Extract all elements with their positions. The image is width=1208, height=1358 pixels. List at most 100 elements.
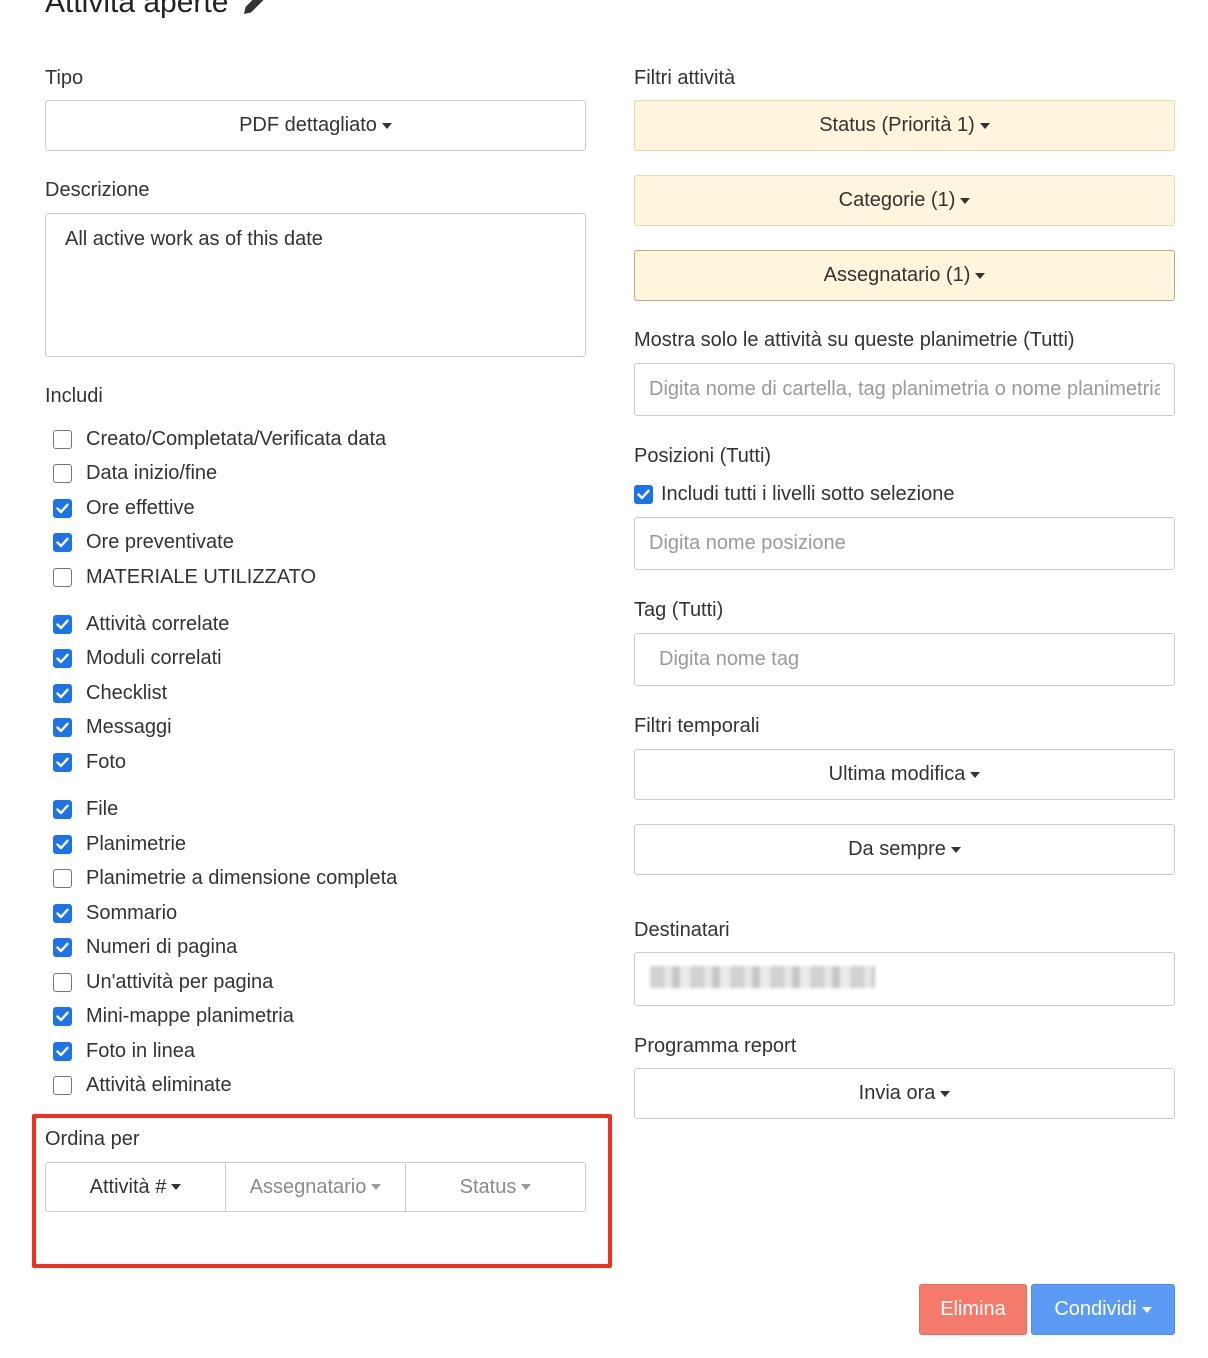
page-title: Attività aperte [45,0,229,19]
include-checkbox[interactable] [53,1075,72,1095]
activity-filters-label: Filtri attività [634,67,736,89]
include-item-label: Attività eliminate [86,1073,232,1096]
include-checkbox[interactable] [53,834,72,854]
include-item[interactable]: Messaggi [45,712,172,742]
include-item-label: Checklist [86,681,168,704]
filter-categories-value: Categorie (1) [838,189,956,211]
type-label: Tipo [45,67,84,89]
include-item[interactable]: Checklist [45,678,167,708]
include-item-label: Numeri di pagina [86,935,238,958]
plans-search-input[interactable] [634,363,1175,416]
include-checkbox[interactable] [53,683,72,703]
time-field-value: Ultima modifica [828,763,966,785]
include-item[interactable]: Sommario [45,898,177,928]
caret-down-icon [1141,1306,1152,1313]
positions-include-all-row[interactable]: Includi tutti i livelli sotto selezione [626,479,954,509]
type-dropdown-value: PDF dettagliato [239,114,377,136]
include-item-label: Planimetrie [86,832,187,855]
time-range-dropdown[interactable]: Da sempre [634,824,1175,875]
tags-search-input[interactable] [634,633,1175,686]
include-item-label: Planimetrie a dimensione completa [86,866,398,889]
include-item-label: Messaggi [86,715,172,738]
delete-button[interactable]: Elimina [919,1284,1027,1335]
include-item[interactable]: Planimetrie [45,829,186,859]
include-item-label: Mini-mappe planimetria [86,1004,294,1027]
schedule-value: Invia ora [858,1082,936,1104]
include-item[interactable]: MATERIALE UTILIZZATO [45,562,316,592]
include-item-label: Un'attività per pagina [86,970,274,993]
include-checkbox[interactable] [53,532,72,552]
recipient-redacted-chip [650,966,875,988]
caret-down-icon [171,1184,182,1190]
caret-down-icon [970,771,981,778]
include-checkbox[interactable] [53,972,72,992]
include-checkbox[interactable] [53,1041,72,1061]
sort-option-label: Assegnatario [249,1175,367,1198]
include-checkbox[interactable] [53,648,72,668]
caret-down-icon [940,1090,951,1097]
include-checkbox[interactable] [53,614,72,634]
include-checkbox[interactable] [53,868,72,888]
include-checkbox[interactable] [53,799,72,819]
edit-pencil-icon[interactable] [240,0,270,18]
include-checkbox[interactable] [53,567,72,587]
include-label: Includi [45,385,103,407]
tags-label: Tag (Tutti) [634,599,724,621]
sort-option-label: Status [459,1175,517,1198]
share-button[interactable]: Condividi [1031,1284,1175,1335]
include-item-label: Ore effettive [86,496,195,519]
include-item[interactable]: Foto [45,747,126,777]
include-item[interactable]: Creato/Completata/Verificata data [45,424,386,454]
caret-down-icon [521,1184,532,1190]
include-item[interactable]: Attività eliminate [45,1070,232,1100]
positions-include-all-label: Includi tutti i livelli sotto selezione [661,482,955,505]
filter-categories-dropdown[interactable]: Categorie (1) [634,175,1175,226]
caret-down-icon [975,272,986,279]
time-field-dropdown[interactable]: Ultima modifica [634,749,1175,800]
filter-status-dropdown[interactable]: Status (Priorità 1) [634,100,1175,151]
include-item-label: Data inizio/fine [86,461,218,484]
sort-option-status[interactable]: Status [405,1162,586,1212]
caret-down-icon [381,122,392,129]
include-item-label: Creato/Completata/Verificata data [86,427,387,450]
page-title-row: Attività aperte [45,0,270,20]
include-item-label: Ore preventivate [86,530,234,553]
include-item[interactable]: Ore preventivate [45,527,234,557]
include-item[interactable]: Mini-mappe planimetria [45,1001,294,1031]
type-dropdown[interactable]: PDF dettagliato [45,100,586,151]
positions-search-input[interactable] [634,517,1175,570]
caret-down-icon [950,846,961,853]
include-checkbox[interactable] [53,717,72,737]
include-item[interactable]: Un'attività per pagina [45,967,273,997]
include-item-label: MATERIALE UTILIZZATO [86,565,317,588]
include-checkbox[interactable] [53,498,72,518]
filter-assignee-dropdown[interactable]: Assegnatario (1) [634,250,1175,301]
include-checkbox[interactable] [53,1006,72,1026]
include-checkbox[interactable] [53,937,72,957]
include-item[interactable]: Attività correlate [45,609,229,639]
include-item-label: Attività correlate [86,612,230,635]
description-textarea[interactable] [45,213,586,357]
include-item-label: Sommario [86,901,178,924]
include-item[interactable]: Moduli correlati [45,643,222,673]
include-item[interactable]: Ore effettive [45,493,195,523]
include-item-label: Foto in linea [86,1039,195,1062]
sort-option-label: Attività # [89,1175,167,1198]
include-item[interactable]: Data inizio/fine [45,458,217,488]
schedule-dropdown[interactable]: Invia ora [634,1068,1175,1119]
include-item[interactable]: Foto in linea [45,1036,195,1066]
include-checkbox[interactable] [53,752,72,772]
sort-option-activity-number[interactable]: Attività # [45,1162,226,1212]
sort-option-assignee[interactable]: Assegnatario [225,1162,406,1212]
positions-include-all-checkbox[interactable] [634,484,653,504]
recipients-label: Destinatari [634,919,730,941]
include-item[interactable]: Numeri di pagina [45,932,237,962]
schedule-label: Programma report [634,1035,797,1057]
include-checkbox[interactable] [53,429,72,449]
share-button-label: Condividi [1054,1298,1137,1320]
filter-assignee-value: Assegnatario (1) [823,264,971,286]
include-checkbox[interactable] [53,463,72,483]
include-checkbox[interactable] [53,903,72,923]
include-item[interactable]: File [45,794,118,824]
include-item[interactable]: Planimetrie a dimensione completa [45,863,397,893]
